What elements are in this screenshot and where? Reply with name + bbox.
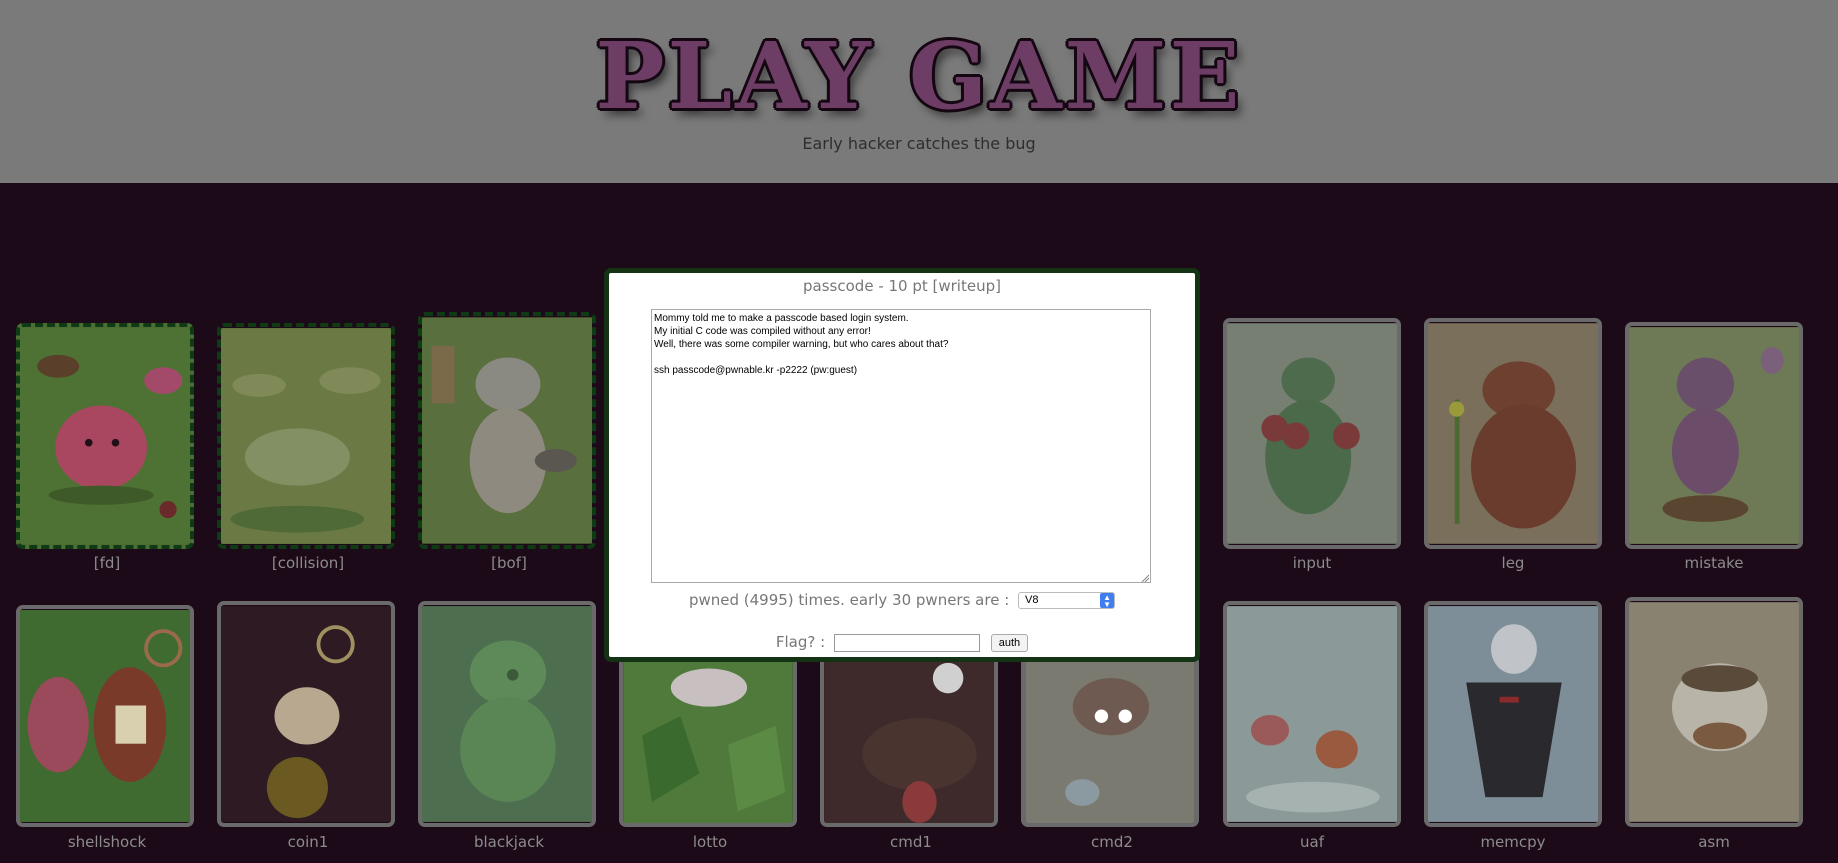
flag-row: Flag? : auth (609, 633, 1195, 652)
challenge-card-cmd2[interactable] (1021, 655, 1199, 827)
asm-illustration (1629, 602, 1799, 822)
collision-illustration (221, 328, 391, 544)
card-label-input: input (1292, 554, 1332, 572)
card-label-bof: [bof] (491, 554, 527, 572)
cmd1-illustration (824, 659, 994, 823)
uaf-illustration (1227, 606, 1397, 822)
flag-input[interactable] (833, 633, 980, 652)
bof-illustration (422, 317, 592, 544)
challenge-card-bof[interactable] (418, 312, 596, 549)
leg-illustration (1428, 323, 1598, 544)
challenge-card-shellshock[interactable] (16, 605, 194, 827)
challenge-description[interactable]: Mommy told me to make a passcode based l… (651, 309, 1151, 583)
challenge-card-uaf[interactable] (1223, 601, 1401, 827)
challenge-card-leg[interactable] (1424, 318, 1602, 549)
flag-label: Flag? : (775, 633, 826, 651)
challenge-card-asm[interactable] (1625, 597, 1803, 827)
card-label-blackjack: blackjack (473, 833, 545, 851)
challenge-card-fd[interactable] (16, 323, 194, 549)
challenge-modal: passcode - 10 pt [writeup] Mommy told me… (604, 268, 1200, 662)
challenge-card-input[interactable] (1223, 318, 1401, 549)
card-label-uaf: uaf (1300, 833, 1324, 851)
blackjack-illustration (422, 606, 592, 822)
challenge-card-lotto[interactable] (619, 655, 797, 827)
challenge-card-mistake[interactable] (1625, 322, 1803, 549)
card-label-lotto: lotto (692, 833, 728, 851)
card-label-asm: asm (1698, 833, 1730, 851)
card-label-fd: [fd] (93, 554, 121, 572)
card-label-memcpy: memcpy (1480, 833, 1546, 851)
header: PLAY GAME Early hacker catches the bug (0, 0, 1838, 183)
early-pwners-select[interactable]: V8 ▲ ▼ (1018, 592, 1116, 609)
select-arrows-icon: ▲ ▼ (1100, 593, 1115, 609)
cmd2-illustration (1025, 659, 1195, 823)
card-label-cmd1: cmd1 (890, 833, 932, 851)
early-pwners-selected: V8 (1025, 594, 1039, 606)
card-label-mistake: mistake (1684, 554, 1744, 572)
tagline: Early hacker catches the bug (802, 134, 1036, 153)
fd-illustration (20, 328, 190, 544)
challenge-card-blackjack[interactable] (418, 601, 596, 827)
challenge-card-cmd1[interactable] (820, 655, 998, 827)
card-label-collision: [collision] (271, 554, 345, 572)
resize-grip-icon[interactable] (1141, 574, 1149, 582)
card-label-shellshock: shellshock (67, 833, 147, 851)
pwned-count-text: pwned (4995) times. early 30 pwners are … (688, 591, 1010, 609)
card-label-coin1: coin1 (287, 833, 329, 851)
card-label-cmd2: cmd2 (1091, 833, 1133, 851)
memcpy-illustration (1428, 606, 1598, 822)
challenge-card-memcpy[interactable] (1424, 601, 1602, 827)
lotto-illustration (623, 659, 793, 823)
mistake-illustration (1629, 327, 1799, 544)
coin1-illustration (221, 606, 391, 822)
play-game-logo: PLAY GAME (595, 22, 1243, 130)
card-label-leg: leg (1501, 554, 1525, 572)
pwned-row: pwned (4995) times. early 30 pwners are … (609, 591, 1195, 609)
challenge-card-collision[interactable] (217, 323, 395, 549)
modal-title[interactable]: passcode - 10 pt [writeup] (609, 277, 1195, 295)
shellshock-illustration (20, 609, 190, 823)
input-illustration (1227, 323, 1397, 544)
challenge-card-coin1[interactable] (217, 601, 395, 827)
auth-button[interactable]: auth (990, 633, 1029, 652)
